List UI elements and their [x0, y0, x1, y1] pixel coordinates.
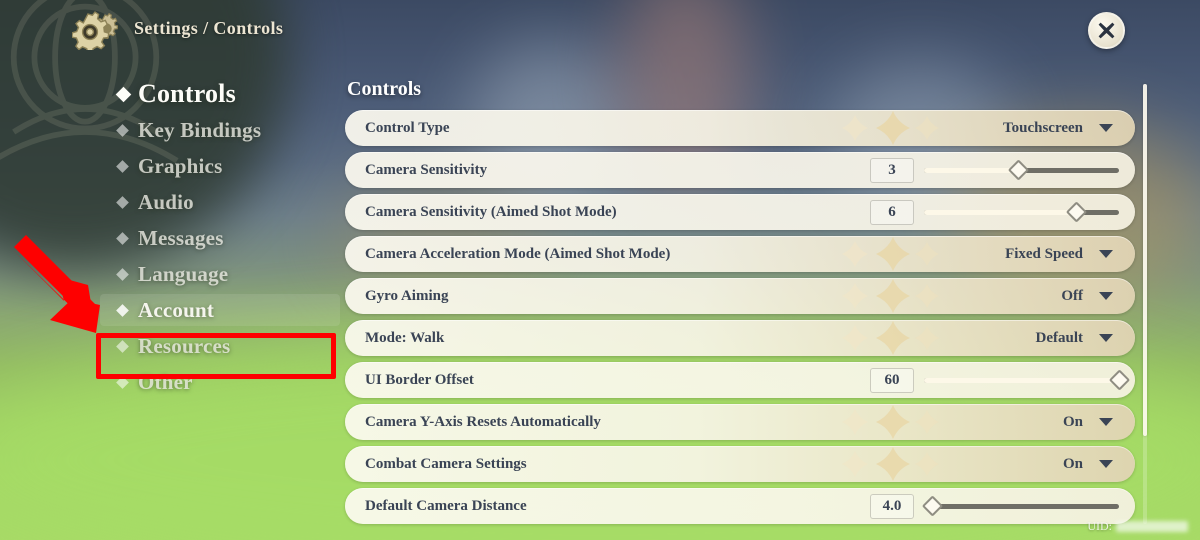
setting-value: Off: [1061, 287, 1083, 304]
diamond-bullet-icon: [116, 267, 129, 281]
sidebar-item-label: Account: [138, 297, 215, 322]
sidebar-item-resources[interactable]: Resources: [0, 328, 340, 364]
slider-track[interactable]: [924, 159, 1119, 181]
slider-fill: [924, 377, 1119, 383]
slider-value: 6: [870, 199, 914, 225]
setting-row[interactable]: Default Camera Distance 4.0: [345, 488, 1135, 524]
sidebar-item-other[interactable]: Other: [0, 364, 340, 400]
sidebar-item-controls[interactable]: Controls: [0, 76, 340, 112]
breadcrumb: Settings / Controls: [134, 18, 284, 38]
slider-control[interactable]: 4.0: [870, 493, 1119, 519]
sparkle-decoration-icon: [842, 447, 939, 481]
sparkle-decoration-icon: [842, 321, 939, 355]
diamond-bullet-icon: [116, 195, 129, 209]
setting-label: UI Border Offset: [365, 371, 474, 388]
sidebar-item-graphics[interactable]: Graphics: [0, 148, 340, 184]
setting-label: Gyro Aiming: [365, 287, 449, 304]
setting-row[interactable]: Camera Sensitivity 3: [345, 152, 1135, 188]
setting-value: On: [1062, 455, 1083, 472]
diamond-bullet-icon: [116, 123, 129, 137]
slider-track[interactable]: [921, 495, 1119, 517]
setting-label: Camera Y-Axis Resets Automatically: [365, 413, 601, 430]
diamond-bullet-icon: [116, 159, 129, 173]
setting-label: Control Type: [365, 119, 450, 136]
setting-value: Fixed Speed: [1005, 245, 1083, 262]
slider-control[interactable]: 3: [870, 157, 1119, 183]
setting-row[interactable]: Gyro Aiming Off: [345, 278, 1135, 314]
setting-row[interactable]: Mode: Walk Default: [345, 320, 1135, 356]
gear-icon: [72, 11, 118, 50]
chevron-down-icon[interactable]: [1099, 292, 1113, 300]
setting-label: Camera Acceleration Mode (Aimed Shot Mod…: [365, 245, 671, 262]
slider-control[interactable]: 6: [870, 199, 1119, 225]
uid-label: UID:: [1087, 519, 1112, 533]
setting-row[interactable]: Combat Camera Settings On: [345, 446, 1135, 482]
sparkle-decoration-icon: [842, 405, 939, 439]
setting-row[interactable]: UI Border Offset 60: [345, 362, 1135, 398]
sidebar-item-label: Key Bindings: [138, 117, 262, 142]
uid-display: UID:: [1087, 519, 1188, 534]
sidebar-item-key-bindings[interactable]: Key Bindings: [0, 112, 340, 148]
sidebar-item-label: Resources: [138, 333, 231, 358]
slider-track[interactable]: [924, 369, 1131, 391]
setting-row[interactable]: Camera Acceleration Mode (Aimed Shot Mod…: [345, 236, 1135, 272]
sidebar-item-label: Language: [138, 261, 229, 286]
slider-fill: [924, 167, 1018, 173]
diamond-bullet-icon: [116, 231, 129, 245]
page-title: Controls: [347, 78, 422, 100]
settings-list: Control Type Touchscreen Camera Sensitivit…: [345, 110, 1135, 524]
setting-row[interactable]: Camera Sensitivity (Aimed Shot Mode) 6: [345, 194, 1135, 230]
slider-value: 4.0: [870, 493, 914, 519]
setting-value: On: [1062, 413, 1083, 430]
diamond-bullet-icon: [116, 339, 129, 353]
chevron-down-icon[interactable]: [1099, 334, 1113, 342]
sidebar-item-label: Controls: [138, 79, 236, 108]
slider-value: 60: [870, 367, 914, 393]
close-icon: [1098, 22, 1115, 39]
sidebar-item-label: Other: [138, 369, 193, 394]
diamond-bullet-icon: [116, 303, 129, 317]
setting-label: Camera Sensitivity (Aimed Shot Mode): [365, 203, 617, 220]
diamond-bullet-icon: [116, 375, 129, 389]
sparkle-decoration-icon: [842, 111, 939, 145]
settings-screen: Settings / Controls Controls Key Bindings…: [0, 0, 1200, 540]
sidebar-item-messages[interactable]: Messages: [0, 220, 340, 256]
slider-handle[interactable]: [1065, 201, 1088, 223]
sidebar-item-label: Messages: [138, 225, 224, 250]
setting-value: Touchscreen: [1002, 119, 1083, 136]
slider-handle[interactable]: [921, 495, 943, 517]
settings-sidebar: Controls Key Bindings Graphics Audio Message…: [0, 76, 340, 400]
sidebar-item-account[interactable]: Account: [0, 292, 340, 328]
sidebar-item-label: Graphics: [138, 153, 223, 178]
setting-value: Default: [1035, 329, 1084, 346]
chevron-down-icon[interactable]: [1099, 124, 1113, 132]
scrollbar-track[interactable]: [1143, 84, 1147, 524]
setting-label: Default Camera Distance: [365, 497, 527, 514]
setting-label: Combat Camera Settings: [365, 455, 527, 472]
diamond-bullet-icon: [115, 86, 132, 102]
chevron-down-icon[interactable]: [1099, 418, 1113, 426]
sidebar-item-audio[interactable]: Audio: [0, 184, 340, 220]
close-button[interactable]: [1088, 12, 1125, 49]
chevron-down-icon[interactable]: [1099, 250, 1113, 258]
setting-label: Camera Sensitivity: [365, 161, 488, 178]
uid-value-redacted: [1116, 521, 1188, 532]
chevron-down-icon[interactable]: [1099, 460, 1113, 468]
sidebar-item-label: Audio: [138, 189, 194, 214]
settings-content: Controls Control Type Touchscreen Camera S…: [345, 78, 1135, 530]
slider-fill: [924, 209, 1077, 215]
setting-row[interactable]: Control Type Touchscreen: [345, 110, 1135, 146]
scrollbar-thumb[interactable]: [1143, 84, 1147, 436]
slider-handle[interactable]: [1007, 159, 1029, 181]
slider-handle[interactable]: [1108, 369, 1131, 391]
sidebar-item-language[interactable]: Language: [0, 256, 340, 292]
slider-track[interactable]: [924, 201, 1119, 223]
setting-row[interactable]: Camera Y-Axis Resets Automatically On: [345, 404, 1135, 440]
sparkle-decoration-icon: [842, 279, 939, 313]
slider-value: 3: [870, 157, 914, 183]
setting-label: Mode: Walk: [365, 329, 445, 346]
slider-control[interactable]: 60: [870, 367, 1131, 393]
header-bar: Settings / Controls: [0, 0, 1200, 60]
sparkle-decoration-icon: [842, 237, 939, 271]
